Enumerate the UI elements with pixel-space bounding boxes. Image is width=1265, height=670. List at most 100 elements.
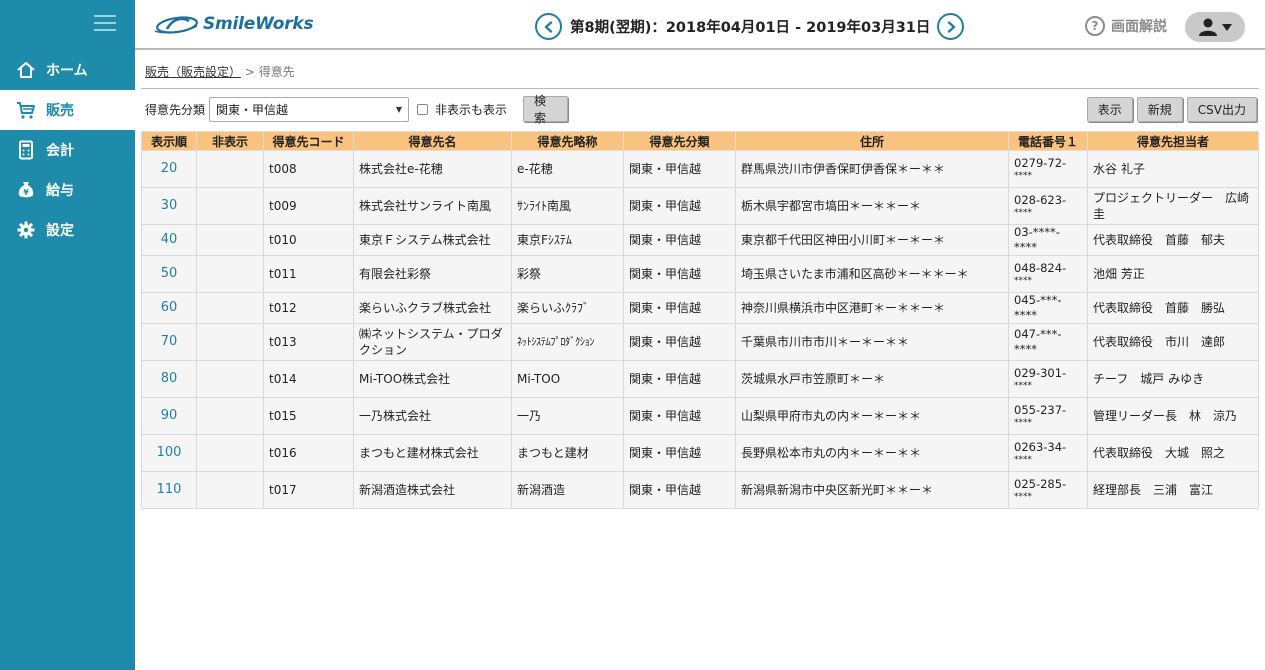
table-row[interactable]: 110 t017 新潟酒造株式会社 新潟酒造 関東・甲信越 新潟県新潟市中央区新光町＊＊ー… xyxy=(141,471,1259,509)
show-button[interactable]: 表示 xyxy=(1086,97,1133,122)
app-logo[interactable]: SmileWorks xyxy=(153,12,314,36)
customer-short-name-cell: 一乃 xyxy=(511,397,624,435)
address-cell: 神奈川県横浜市中区港町＊ー＊＊ー＊ xyxy=(735,292,1009,324)
customer-category-cell: 関東・甲信越 xyxy=(623,187,736,225)
svg-text:¥: ¥ xyxy=(23,188,29,197)
customer-category-cell: 関東・甲信越 xyxy=(623,397,736,435)
help-button[interactable]: ? 画面解説 xyxy=(1085,16,1167,36)
hidden-flag-cell xyxy=(196,397,264,435)
show-hidden-checkbox[interactable] xyxy=(417,103,429,115)
table-row[interactable]: 100 t016 まつもと建材株式会社 まつもと建材 関東・甲信越 長野県松本市丸の内＊ー… xyxy=(141,434,1259,472)
breadcrumb: 販売（販売設定） > 得意先 xyxy=(145,63,295,80)
table-row[interactable]: 90 t015 一乃株式会社 一乃 関東・甲信越 山梨県甲府市丸の内＊ー＊ー＊＊ 055-2… xyxy=(141,397,1259,435)
next-period-button[interactable] xyxy=(937,13,965,40)
customer-category-cell: 関東・甲信越 xyxy=(623,434,736,472)
sidebar-item-settings[interactable]: 設定 xyxy=(0,210,135,250)
customer-code-cell: t015 xyxy=(263,397,354,435)
phone-cell: 0279-72- **** xyxy=(1008,150,1088,188)
phone-number-text: 028-623- xyxy=(1014,193,1067,207)
table-row[interactable]: 70 t013 ㈱ネットシステム・プロダクション ﾈｯﾄｼｽﾃﾑﾌﾟﾛﾀﾞｸｼｮﾝ 関東… xyxy=(141,323,1259,361)
column-header[interactable]: 得意先担当者 xyxy=(1087,131,1259,151)
search-button[interactable]: 検索 xyxy=(523,94,569,125)
top-header: SmileWorks 第8期(翌期)：2018年04月01日 - 2019年03… xyxy=(135,0,1265,50)
customer-name-cell: 東京Ｆシステム株式会社 xyxy=(353,224,512,256)
address-cell: 埼玉県さいたま市浦和区高砂＊ー＊＊ー＊ xyxy=(735,255,1009,293)
breadcrumb-separator: > xyxy=(241,65,259,79)
user-menu-button[interactable] xyxy=(1185,12,1245,42)
phone-cell: 055-237- **** xyxy=(1008,397,1088,435)
display-order-cell[interactable]: 60 xyxy=(141,292,197,324)
contact-person-cell: チーフ 城戸 みゆき xyxy=(1087,360,1259,398)
hidden-flag-cell xyxy=(196,323,264,361)
column-header[interactable]: 表示順 xyxy=(141,131,197,151)
display-order-cell[interactable]: 100 xyxy=(141,434,197,472)
phone-cell: 03-****-**** xyxy=(1008,224,1088,256)
customer-name-cell: ㈱ネットシステム・プロダクション xyxy=(353,323,512,361)
column-header[interactable]: 電話番号１ xyxy=(1008,131,1088,151)
customer-category-cell: 関東・甲信越 xyxy=(623,150,736,188)
sidebar-item-home[interactable]: ホーム xyxy=(0,50,135,90)
sidebar-item-payroll[interactable]: ¥ 給与 xyxy=(0,170,135,210)
phone-number-text: 045-***-**** xyxy=(1014,293,1062,322)
hidden-flag-cell xyxy=(196,187,264,225)
display-order-cell[interactable]: 90 xyxy=(141,397,197,435)
contact-person-cell: 池畑 芳正 xyxy=(1087,255,1259,293)
sidebar-item-accounting[interactable]: 会計 xyxy=(0,130,135,170)
table-row[interactable]: 40 t010 東京Ｆシステム株式会社 東京Fｼｽﾃﾑ 関東・甲信越 東京都千代田区神田小… xyxy=(141,224,1259,256)
sidebar-item-label: 販売 xyxy=(46,103,74,119)
breadcrumb-current: 得意先 xyxy=(258,65,295,79)
phone-number-text: 047-***-**** xyxy=(1014,327,1062,356)
fiscal-period-nav: 第8期(翌期)：2018年04月01日 - 2019年03月31日 xyxy=(535,13,965,40)
calculator-icon xyxy=(16,140,36,160)
phone-number-masked-text: **** xyxy=(1014,208,1032,218)
customer-short-name-cell: ﾈｯﾄｼｽﾃﾑﾌﾟﾛﾀﾞｸｼｮﾝ xyxy=(511,323,624,361)
display-order-cell[interactable]: 70 xyxy=(141,323,197,361)
prev-period-button[interactable] xyxy=(535,13,562,40)
column-header[interactable]: 住所 xyxy=(735,131,1009,151)
display-order-cell[interactable]: 50 xyxy=(141,255,197,293)
table-row[interactable]: 20 t008 株式会社e-花穂 e-花穂 関東・甲信越 群馬県渋川市伊香保町伊香保＊ー＊… xyxy=(141,150,1259,188)
phone-number-masked-text: **** xyxy=(1014,171,1032,181)
customer-short-name-cell: 新潟酒造 xyxy=(511,471,624,509)
table-row[interactable]: 80 t014 Mi-TOO株式会社 Mi-TOO 関東・甲信越 茨城県水戸市笠原町＊ー＊… xyxy=(141,360,1259,398)
phone-cell: 0263-34- **** xyxy=(1008,434,1088,472)
customer-name-cell: 楽らいふクラブ株式会社 xyxy=(353,292,512,324)
table-row[interactable]: 50 t011 有限会社彩祭 彩祭 関東・甲信越 埼玉県さいたま市浦和区高砂＊ー＊＊ー＊ 0… xyxy=(141,255,1259,293)
phone-cell: 048-824- **** xyxy=(1008,255,1088,293)
customer-code-cell: t017 xyxy=(263,471,354,509)
column-header[interactable]: 得意先コード xyxy=(263,131,354,151)
column-header[interactable]: 得意先名 xyxy=(353,131,512,151)
customer-short-name-cell: 彩祭 xyxy=(511,255,624,293)
new-button[interactable]: 新規 xyxy=(1136,97,1183,122)
display-order-cell[interactable]: 30 xyxy=(141,187,197,225)
hidden-flag-cell xyxy=(196,224,264,256)
display-order-cell[interactable]: 110 xyxy=(141,471,197,509)
show-hidden-toggle[interactable]: 非表示も表示 xyxy=(417,101,507,118)
category-select[interactable]: 関東・甲信越 ▼ xyxy=(209,96,410,122)
address-cell: 群馬県渋川市伊香保町伊香保＊ー＊＊ xyxy=(735,150,1009,188)
hamburger-menu-icon[interactable] xyxy=(94,15,116,33)
chevron-left-icon xyxy=(544,20,552,33)
phone-number-text: 03-****-**** xyxy=(1014,225,1060,254)
display-order-cell[interactable]: 40 xyxy=(141,224,197,256)
csv-export-button[interactable]: CSV出力 xyxy=(1186,97,1257,122)
divider xyxy=(141,88,1259,89)
filter-bar: 得意先分類 関東・甲信越 ▼ 非表示も表示 検索 xyxy=(145,94,569,125)
customer-name-cell: まつもと建材株式会社 xyxy=(353,434,512,472)
hidden-flag-cell xyxy=(196,150,264,188)
sidebar-item-sales[interactable]: 販売 xyxy=(0,90,135,130)
customer-name-cell: Mi-TOO株式会社 xyxy=(353,360,512,398)
customer-code-cell: t009 xyxy=(263,187,354,225)
column-header[interactable]: 得意先分類 xyxy=(623,131,736,151)
main-content: 販売（販売設定） > 得意先 得意先分類 関東・甲信越 ▼ 非表示も表示 検索 … xyxy=(135,52,1265,670)
column-header[interactable]: 得意先略称 xyxy=(511,131,624,151)
table-row[interactable]: 60 t012 楽らいふクラブ株式会社 楽らいふｸﾗﾌﾞ 関東・甲信越 神奈川県横浜市中区… xyxy=(141,292,1259,324)
customer-code-cell: t014 xyxy=(263,360,354,398)
column-header[interactable]: 非表示 xyxy=(196,131,264,151)
display-order-cell[interactable]: 20 xyxy=(141,150,197,188)
address-cell: 長野県松本市丸の内＊ー＊ー＊＊ xyxy=(735,434,1009,472)
table-row[interactable]: 30 t009 株式会社サンライト南風 ｻﾝﾗｲﾄ南風 関東・甲信越 栃木県宇都宮市塙田＊… xyxy=(141,187,1261,225)
breadcrumb-parent-link[interactable]: 販売（販売設定） xyxy=(145,65,241,79)
display-order-cell[interactable]: 80 xyxy=(141,360,197,398)
sidebar-nav: ホーム 販売 会計 ¥ 給与 設定 xyxy=(0,50,135,250)
